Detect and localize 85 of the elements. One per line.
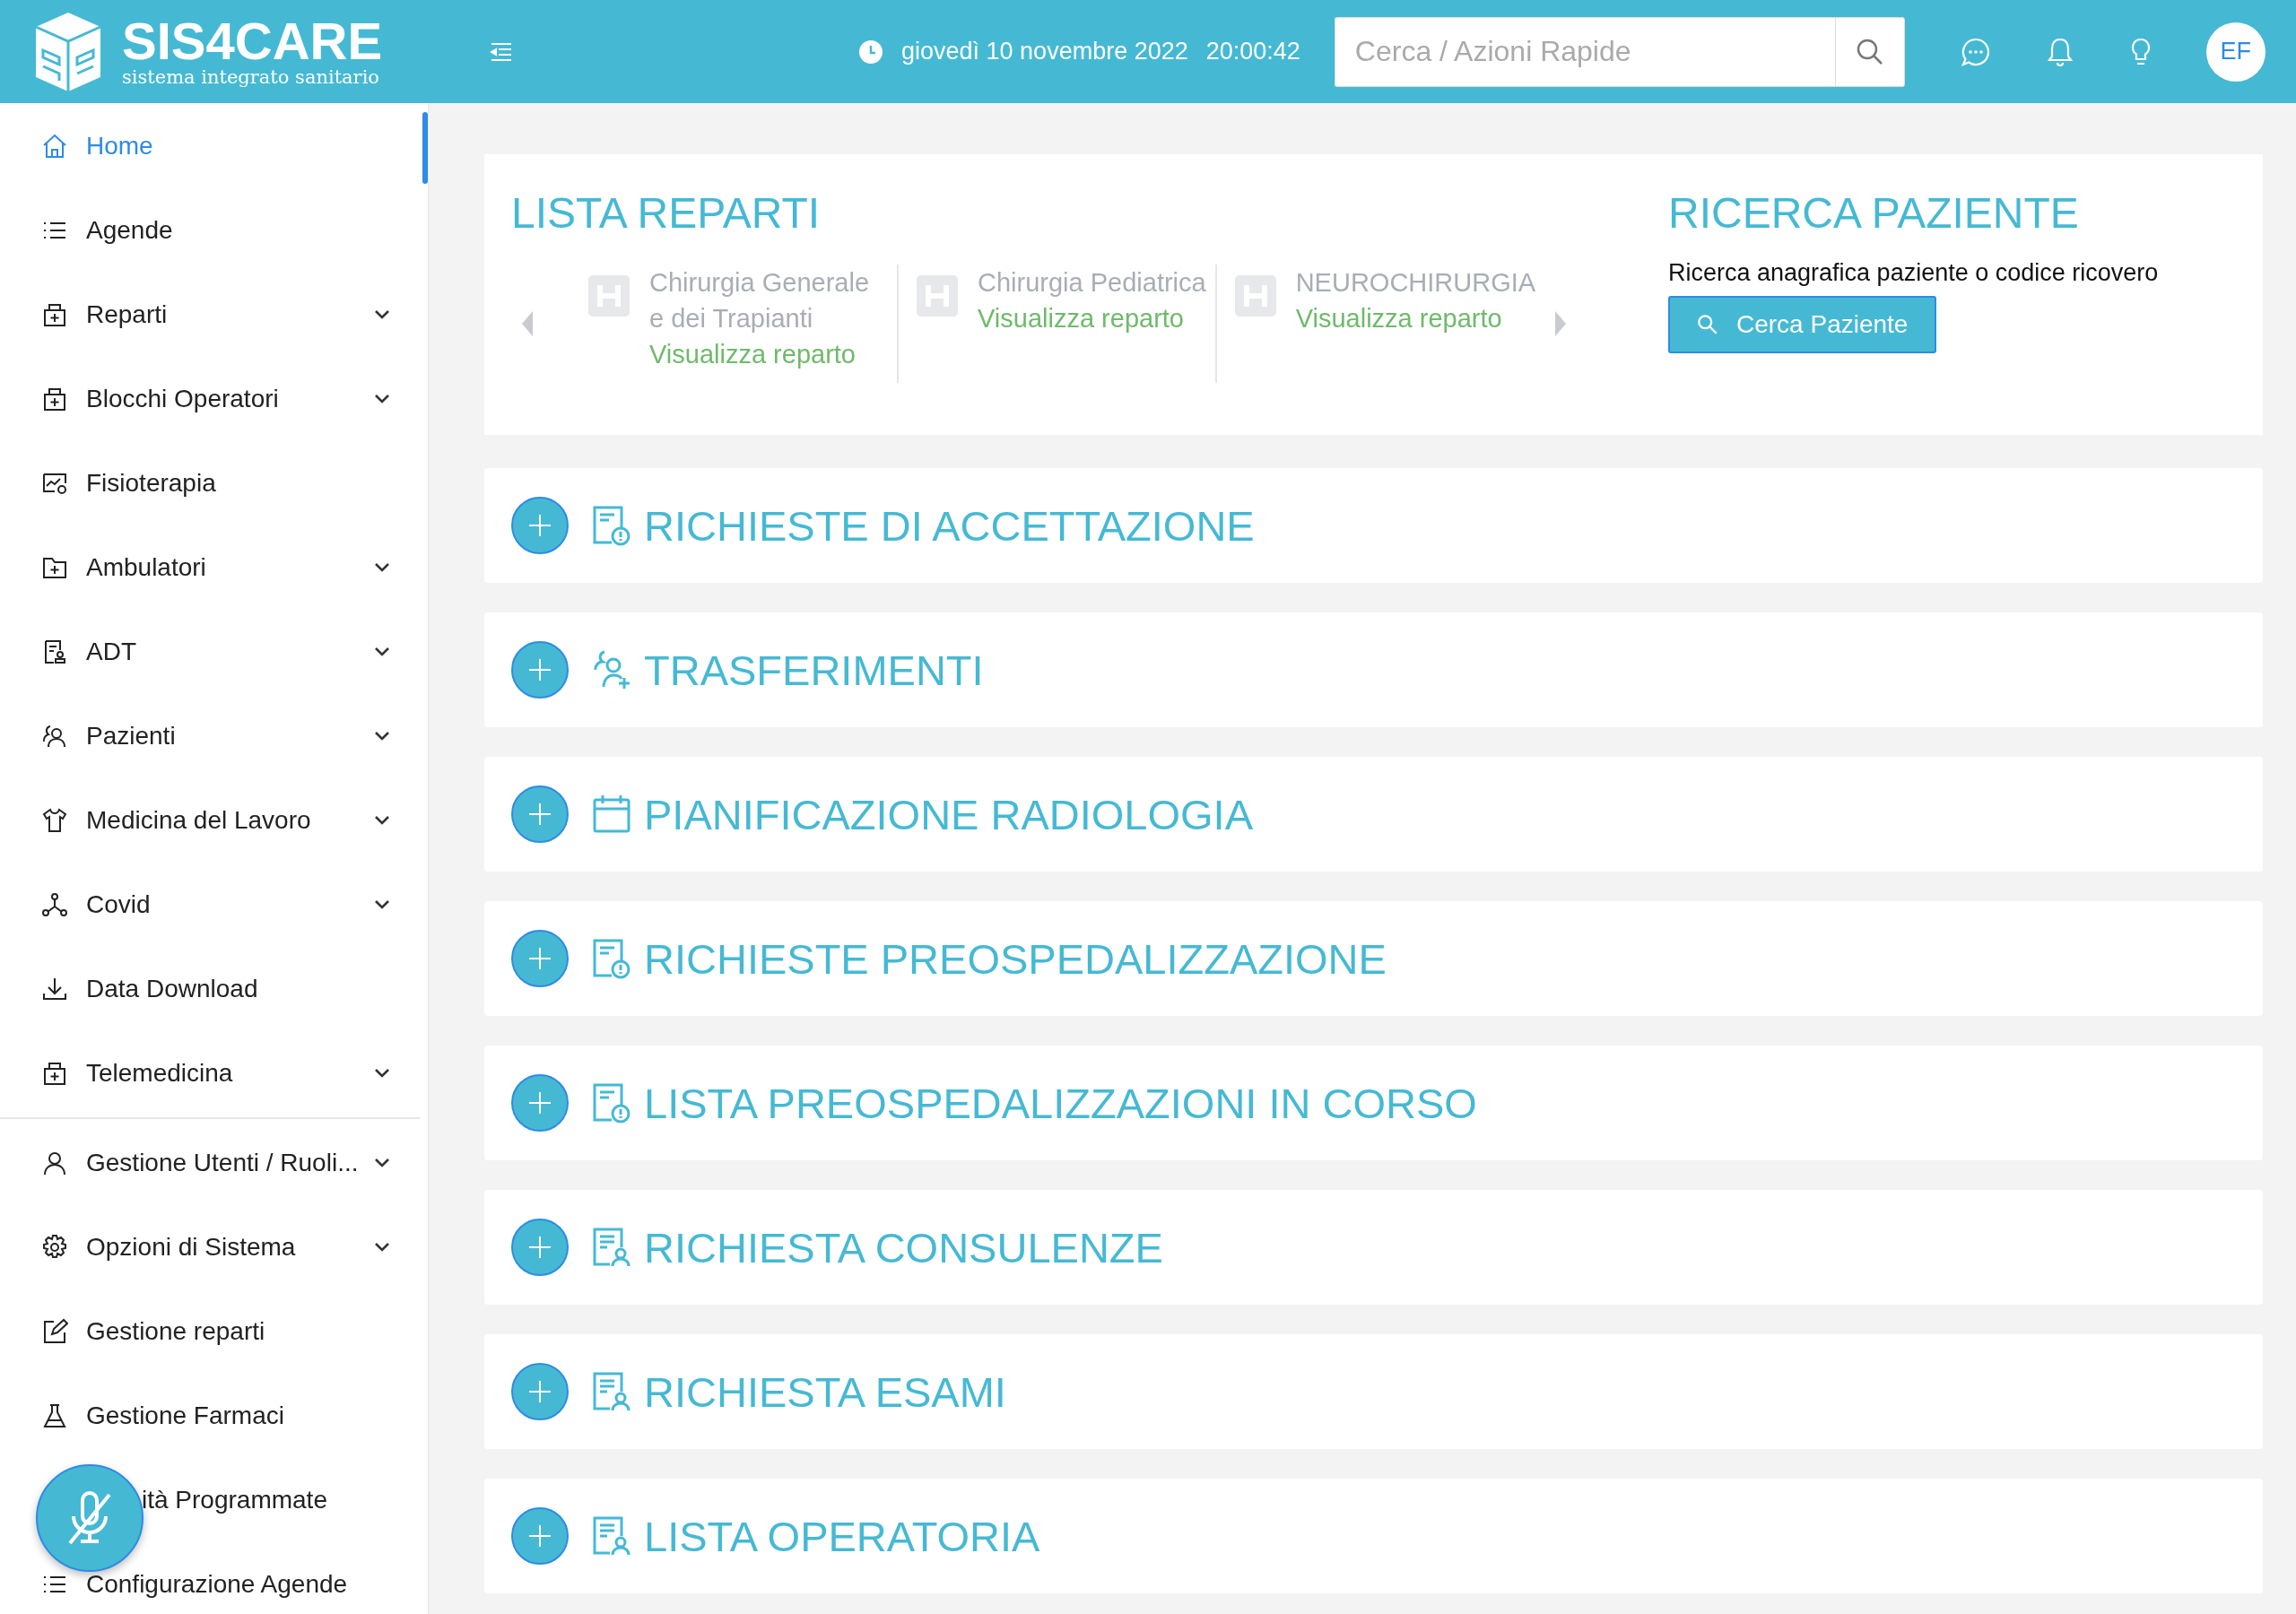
panel-title: RICHIESTE DI ACCETTAZIONE [644, 500, 1255, 551]
sidebar-item[interactable]: Blocchi Operatori [0, 357, 421, 441]
department-name: Chirurgia Generale e dei Trapianti [649, 267, 870, 334]
date-text: giovedì 10 novembre 2022 [901, 38, 1188, 65]
panel-title: PIANIFICAZIONE RADIOLOGIA [644, 789, 1253, 839]
sidebar-item[interactable]: Gestione reparti [0, 1289, 421, 1374]
user-icon [41, 1150, 68, 1176]
bell-icon[interactable] [2046, 36, 2074, 67]
sidebar-item[interactable]: Data Download [0, 947, 421, 1031]
sidebar-item[interactable]: Ambulatori [0, 525, 421, 610]
document-person-icon [592, 1371, 631, 1412]
logo-subtitle: sistema integrato sanitario [122, 65, 380, 88]
document-alert-icon [592, 938, 631, 979]
expand-button[interactable] [511, 930, 569, 987]
sidebar-item[interactable]: Gestione Farmaci [0, 1374, 421, 1458]
document-person-icon [592, 1227, 631, 1268]
sidebar-item[interactable]: Agende [0, 188, 421, 273]
search-field[interactable]: Cerca / Azioni Rapide [1334, 16, 1835, 87]
settings-icon [41, 1234, 68, 1261]
molecule-icon [41, 891, 68, 918]
chat-icon[interactable] [1960, 36, 1991, 67]
expand-button[interactable] [511, 1074, 569, 1132]
flask-icon [41, 1402, 68, 1429]
expand-button[interactable] [511, 1507, 569, 1565]
plus-icon [527, 513, 552, 538]
document-alert-icon [592, 505, 631, 546]
sidebar-item[interactable]: Gestione Utenti / Ruoli... [0, 1121, 421, 1205]
document-alert-icon [592, 1082, 631, 1124]
medical-kit-icon [41, 1060, 68, 1087]
sidebar-item[interactable]: Covid [0, 863, 421, 947]
people-add-icon [592, 649, 631, 690]
plus-icon [527, 802, 552, 827]
scrollbar[interactable] [422, 112, 428, 184]
hospital-icon [1234, 275, 1276, 317]
section-title: RICERCA PAZIENTE [1668, 188, 2080, 238]
sidebar-item[interactable]: Telemedicina [0, 1031, 421, 1115]
search-icon [1855, 37, 1884, 66]
sidebar-item[interactable]: ità Programmate [0, 1458, 421, 1542]
home-icon [41, 133, 68, 160]
department-name: NEUROCHIRURGIA [1295, 267, 1536, 299]
clock-icon [858, 39, 883, 65]
sidebar-item[interactable]: Pazienti [0, 694, 421, 778]
plus-icon [527, 1523, 552, 1549]
search-icon [1697, 314, 1718, 335]
panel-title: RICHIESTA ESAMI [644, 1367, 1006, 1417]
sidebar-item[interactable]: Reparti [0, 273, 421, 357]
plus-icon [527, 1235, 552, 1260]
panel-title: LISTA PREOSPEDALIZZAZIONI IN CORSO [644, 1078, 1477, 1128]
description-text: Ricerca anagrafica paziente o codice ricovero [1668, 259, 2160, 287]
sidebar-item[interactable]: Medicina del Lavoro [0, 778, 421, 863]
time-text: 20:00:42 [1205, 38, 1300, 65]
panel-title: LISTA OPERATORIA [644, 1511, 1040, 1561]
user-avatar[interactable]: EF [2205, 22, 2266, 82]
department-name: Chirurgia Pediatrica [978, 267, 1206, 299]
plus-icon [527, 1379, 552, 1404]
panel-title: RICHIESTE PREOSPEDALIZZAZIONE [644, 933, 1387, 984]
expand-button[interactable] [511, 497, 569, 554]
people-icon [41, 723, 68, 750]
document-person-icon [592, 1515, 631, 1557]
hospital-icon [588, 275, 630, 317]
sidebar-item[interactable]: Fisioterapia [0, 441, 421, 525]
sidebar-item[interactable]: Home [0, 104, 421, 188]
expand-button[interactable] [511, 785, 569, 843]
logo-title: SIS4CARE [122, 15, 383, 66]
search-button[interactable] [1834, 16, 1905, 87]
hospital-icon [917, 275, 958, 317]
plus-icon [527, 657, 552, 682]
sidebar-item[interactable]: ADT [0, 610, 421, 694]
panel-title: RICHIESTA CONSULENZE [644, 1222, 1163, 1272]
plus-icon [527, 1090, 552, 1115]
section-title: LISTA REPARTI [511, 188, 822, 238]
microphone-off-button[interactable] [36, 1464, 144, 1572]
edit-icon [41, 1318, 68, 1345]
menu-collapse-icon[interactable] [490, 41, 513, 62]
sidebar-item[interactable]: Configurazione Agende [0, 1542, 421, 1614]
sidebar-item[interactable]: Opzioni di Sistema [0, 1205, 421, 1289]
plus-icon [527, 946, 552, 971]
download-icon [41, 976, 68, 1002]
medical-kit-icon [41, 386, 68, 412]
expand-button[interactable] [511, 1219, 569, 1276]
calendar-icon [592, 794, 631, 835]
expand-button[interactable] [511, 641, 569, 699]
shirt-icon [41, 807, 68, 834]
panel-title: TRASFERIMENTI [644, 645, 984, 695]
medical-kit-icon [41, 301, 68, 328]
